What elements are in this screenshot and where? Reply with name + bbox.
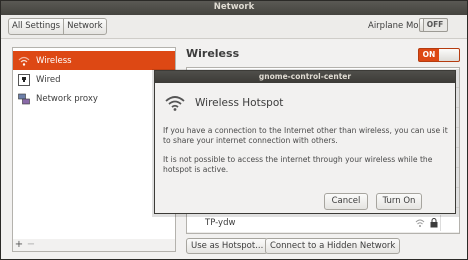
dialog-title[interactable]: gnome-control-center: [155, 71, 455, 83]
sidebar-item-label: Wired: [36, 74, 61, 85]
add-connection-button[interactable]: +: [13, 239, 25, 251]
wireless-hotspot-dialog: gnome-control-center Wireless Hotspot If…: [154, 70, 456, 214]
wireless-switch[interactable]: ON: [418, 48, 460, 62]
sidebar-item-wired[interactable]: Wired: [13, 70, 175, 89]
network-settings-window: Network All Settings Network Airplane Mo…: [0, 0, 468, 260]
turn-on-button[interactable]: Turn On: [376, 193, 422, 210]
sidebar-actions: + −: [12, 239, 176, 252]
dialog-body-text: If you have a connection to the Internet…: [163, 126, 448, 145]
row-divider: [440, 215, 441, 231]
sidebar-item-label: Wireless: [36, 55, 72, 66]
breadcrumb-all-settings[interactable]: All Settings: [9, 19, 63, 34]
dialog-body-text: It is not possible to access the interne…: [163, 155, 433, 174]
sidebar-item-network-proxy[interactable]: Network proxy: [13, 89, 175, 108]
wireless-switch-state: ON: [422, 50, 436, 59]
breadcrumb: All Settings Network: [8, 18, 107, 35]
toolbar: All Settings Network Airplane Mode: [1, 15, 467, 39]
page-title: Wireless: [186, 47, 240, 60]
sidebar-item-wireless[interactable]: Wireless: [13, 51, 175, 70]
connect-hidden-network-button[interactable]: Connect to a Hidden Network: [265, 238, 401, 254]
airplane-mode-state: OFF: [426, 20, 444, 29]
window-title: Network: [213, 2, 255, 12]
network-ssid: TP-ydw: [205, 218, 236, 228]
ethernet-icon: [18, 73, 30, 86]
dialog-heading: Wireless Hotspot: [195, 97, 284, 109]
breadcrumb-network[interactable]: Network: [63, 19, 106, 34]
cancel-button[interactable]: Cancel: [324, 193, 368, 210]
airplane-mode-switch[interactable]: OFF: [422, 18, 448, 32]
lock-icon: [430, 218, 438, 228]
wireless-switch-knob[interactable]: [439, 49, 459, 61]
window-titlebar[interactable]: Network: [1, 1, 467, 15]
remove-connection-button[interactable]: −: [25, 239, 37, 251]
use-as-hotspot-button[interactable]: Use as Hotspot...: [186, 238, 269, 254]
wifi-icon: [165, 96, 185, 111]
proxy-icon: [18, 93, 30, 105]
airplane-switch-knob[interactable]: [419, 18, 424, 32]
wifi-icon: [18, 55, 30, 67]
sidebar-item-label: Network proxy: [36, 93, 98, 104]
signal-icon: [415, 219, 425, 227]
